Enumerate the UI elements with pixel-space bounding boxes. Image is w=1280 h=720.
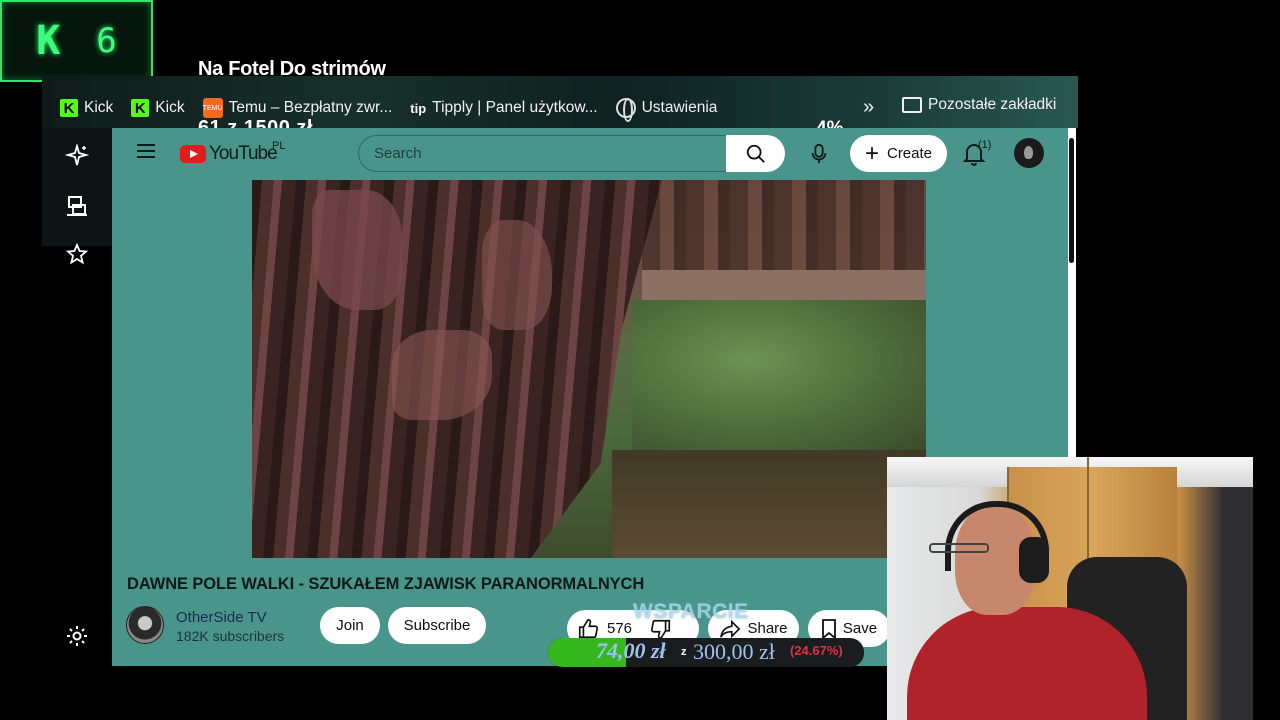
menu-hamburger-icon[interactable] — [137, 144, 155, 160]
bookmark-temu[interactable]: TEMU Temu – Bezpłatny zwr... — [202, 98, 393, 118]
sparkle-icon[interactable] — [64, 142, 90, 170]
bookmark-label: Tipply | Panel użytkow... — [432, 99, 598, 116]
notification-count: (1) — [978, 139, 992, 151]
kick-icon: K — [131, 99, 150, 117]
donation-separator: z — [681, 646, 687, 658]
tipply-icon: tip — [410, 100, 427, 116]
scrollbar-thumb[interactable] — [1069, 138, 1074, 263]
bookmark-kick-1[interactable]: K Kick — [60, 99, 113, 117]
page-scrollbar[interactable] — [1068, 128, 1076, 458]
kick-icon: K — [60, 99, 78, 117]
create-label: Create — [886, 145, 933, 162]
webcam-feed — [887, 457, 1253, 720]
youtube-region: PL — [272, 140, 286, 152]
star-icon[interactable] — [64, 242, 90, 268]
bookmark-icon — [821, 618, 836, 639]
bookmark-label: Kick — [84, 99, 114, 116]
folder-icon — [902, 97, 922, 113]
temu-icon: TEMU — [202, 98, 223, 118]
bookmark-label: Temu – Bezpłatny zwr... — [228, 99, 393, 116]
donation-label: WSPARCIE — [633, 600, 749, 623]
subscribe-button[interactable]: Subscribe — [388, 607, 486, 644]
kick-counter: 6 — [96, 21, 117, 61]
donation-current: 74,00 zł — [596, 638, 666, 663]
voice-search-button[interactable] — [800, 135, 838, 173]
bookmark-kick-2[interactable]: K Kick — [131, 99, 185, 117]
kick-logo-letter: K — [36, 18, 61, 64]
kick-overlay-logo: K 6 — [0, 0, 153, 82]
bookmark-settings[interactable]: Ustawienia — [615, 98, 718, 122]
thumbs-up-icon — [578, 618, 598, 638]
plus-icon: + — [864, 139, 879, 167]
bookmark-label: Ustawienia — [641, 99, 718, 116]
create-button[interactable]: + Create — [850, 135, 947, 172]
donation-goal: 300,00 zł — [693, 639, 775, 664]
share-label: Share — [747, 620, 788, 637]
youtube-logo[interactable]: YouTube — [180, 143, 278, 165]
channel-name[interactable]: OtherSide TV — [176, 609, 267, 626]
save-label: Save — [842, 620, 878, 637]
youtube-play-icon — [180, 145, 206, 163]
donation-percent: (24.67%) — [790, 643, 843, 658]
youtube-logo-text: YouTube — [209, 143, 278, 164]
channel-avatar[interactable] — [126, 606, 164, 644]
search-input[interactable]: Search — [358, 135, 726, 172]
bookmarks-more-chevron-icon[interactable]: » — [863, 96, 874, 119]
like-count: 576 — [607, 620, 633, 637]
search-button[interactable] — [726, 135, 785, 172]
devices-icon[interactable] — [64, 194, 90, 220]
subscriber-count: 182K subscribers — [176, 628, 285, 644]
bookmark-folder-label: Pozostałe zakładki — [928, 96, 1057, 113]
bookmark-other-folder[interactable]: Pozostałe zakładki — [902, 96, 1056, 114]
globe-icon — [615, 98, 636, 122]
video-title: DAWNE POLE WALKI - SZUKAŁEM ZJAWISK PARA… — [127, 575, 645, 593]
join-button[interactable]: Join — [320, 607, 380, 644]
search-icon — [746, 144, 765, 163]
account-avatar[interactable] — [1014, 138, 1044, 168]
bookmark-label: Kick — [155, 99, 185, 116]
settings-gear-icon[interactable] — [64, 624, 90, 650]
microphone-icon — [811, 143, 827, 164]
video-player[interactable] — [252, 180, 926, 558]
bookmark-tipply[interactable]: tip Tipply | Panel użytkow... — [410, 99, 597, 117]
